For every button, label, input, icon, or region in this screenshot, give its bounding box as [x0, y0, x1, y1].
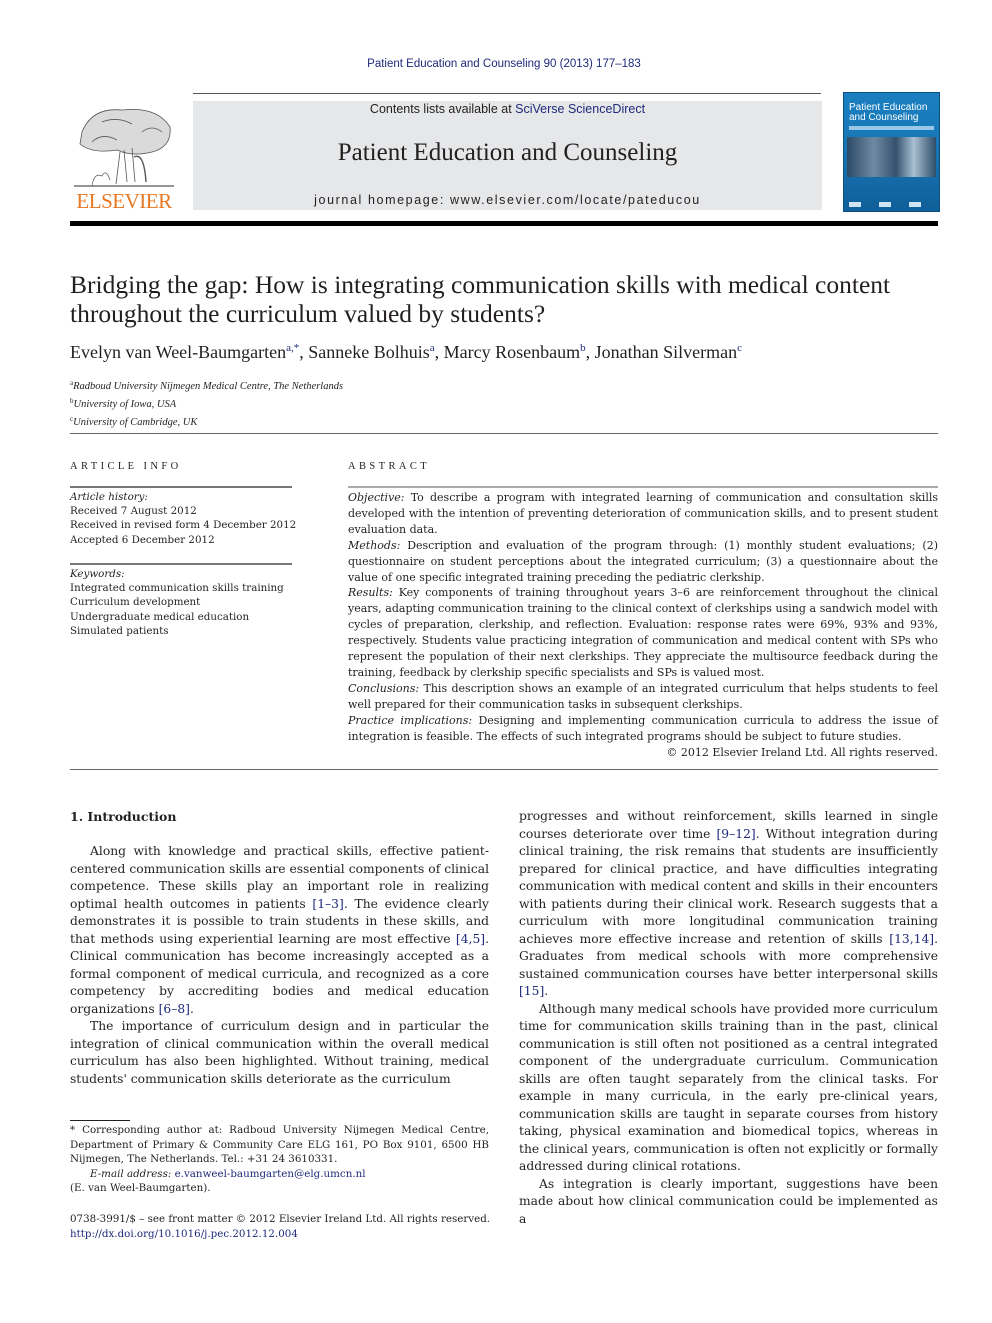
keywords: Keywords: Integrated communication skill…: [70, 567, 284, 638]
article-history: Article history: Received 7 August 2012 …: [70, 490, 296, 547]
abstract-section-label: Practice implications:: [348, 713, 473, 727]
affiliations: aRadboud University Nijmegen Medical Cen…: [70, 376, 343, 430]
body-text: The importance of curriculum design and …: [70, 1019, 489, 1086]
abstract-section-label: Results:: [348, 586, 393, 600]
body-paragraph: Along with knowledge and practical skill…: [70, 843, 489, 1018]
body-text: . Without integration during clinical tr…: [519, 826, 938, 946]
header-thick-rule: [70, 221, 938, 226]
elsevier-tree-icon: [74, 108, 174, 187]
article-info-rule: [70, 563, 292, 565]
abstract-section-label: Methods:: [348, 538, 401, 552]
keyword: Curriculum development: [70, 596, 201, 609]
body-paragraph: The importance of curriculum design and …: [70, 1018, 489, 1088]
body-text: .: [189, 1001, 194, 1016]
body-text: .: [544, 984, 549, 998]
corresponding-author-footnote: * Corresponding author at: Radboud Unive…: [70, 1123, 489, 1196]
citation-link[interactable]: [1–3]: [312, 897, 343, 911]
footnote-rule: [70, 1120, 130, 1121]
abstract-practice-implications: Practice implications: Designing and imp…: [348, 713, 938, 745]
header-top-rule: [193, 93, 821, 94]
author-affil-link[interactable]: a,*: [286, 342, 299, 354]
author-affil-link[interactable]: b: [580, 342, 586, 354]
author-name: Evelyn van Weel-Baumgarten: [70, 342, 287, 362]
journal-cover-image: Patient Education and Counseling: [843, 92, 940, 212]
journal-homepage[interactable]: journal homepage: www.elsevier.com/locat…: [193, 193, 822, 207]
abstract-section-text: Key components of training throughout ye…: [348, 586, 938, 679]
abstract-body: Objective: To describe a program with in…: [348, 490, 938, 760]
journal-citation[interactable]: Patient Education and Counseling 90 (201…: [0, 58, 992, 70]
author-name: Jonathan Silverman: [594, 342, 738, 362]
citation-link[interactable]: [15]: [519, 984, 544, 998]
email-label: E-mail address:: [90, 1167, 172, 1180]
body-text: As integration is clearly important, sug…: [519, 1176, 938, 1226]
author-affil-link[interactable]: c: [737, 342, 742, 354]
affiliation-text: Radboud University Nijmegen Medical Cent…: [73, 381, 344, 392]
keyword: Undergraduate medical education: [70, 610, 250, 623]
body-column-left: Along with knowledge and practical skill…: [70, 843, 489, 1088]
abstract-bottom-rule: [70, 769, 938, 770]
cover-title: Patient Education and Counseling: [849, 103, 927, 123]
body-text: Although many medical schools have provi…: [519, 1001, 938, 1174]
cover-photo: [847, 137, 936, 177]
journal-title: Patient Education and Counseling: [337, 139, 678, 166]
article-info-heading: ARTICLE INFO: [70, 461, 182, 472]
article-info-rule: [70, 486, 292, 488]
keywords-label: Keywords:: [70, 568, 125, 580]
citation-link[interactable]: [13,14]: [889, 932, 934, 946]
abstract-heading: ABSTRACT: [348, 461, 431, 472]
citation-link[interactable]: [4,5]: [456, 932, 485, 946]
abstract-section-text: This description shows an example of an …: [348, 681, 938, 711]
abstract-section-label: Objective:: [348, 491, 405, 504]
cover-subtitle-band: [849, 126, 934, 130]
cover-title-line2: and Counseling: [849, 112, 919, 123]
body-paragraph: Although many medical schools have provi…: [519, 1001, 938, 1176]
abstract-rule: [348, 486, 938, 488]
abstract-conclusions: Conclusions: This description shows an e…: [348, 681, 938, 713]
affiliation-text: University of Iowa, USA: [73, 399, 177, 410]
affiliation: aRadboud University Nijmegen Medical Cen…: [70, 376, 343, 394]
body-paragraph: progresses and without reinforcement, sk…: [519, 808, 938, 1001]
introduction-heading: 1. Introduction: [70, 809, 177, 824]
abstract-copyright: © 2012 Elsevier Ireland Ltd. All rights …: [666, 745, 938, 759]
issn-block: 0738-3991/$ – see front matter © 2012 El…: [70, 1212, 510, 1241]
abstract-section-text: Description and evaluation of the progra…: [348, 538, 938, 584]
keyword: Simulated patients: [70, 624, 169, 637]
journal-banner: Contents lists available at SciVerse Sci…: [193, 101, 822, 210]
author-name: Sanneke Bolhuis: [308, 342, 430, 362]
affiliation: cUniversity of Cambridge, UK: [70, 412, 343, 430]
author-list: Evelyn van Weel-Baumgartena,*, Sanneke B…: [70, 342, 743, 362]
article-title: Bridging the gap: How is integrating com…: [70, 270, 891, 328]
article-history-label: Article history:: [70, 491, 148, 503]
body-paragraph: As integration is clearly important, sug…: [519, 1176, 938, 1229]
history-item: Received in revised form 4 December 2012: [70, 519, 297, 532]
cover-footer-logos: [849, 202, 934, 207]
citation-link[interactable]: [6–8]: [159, 1002, 190, 1016]
corresponding-author-text: * Corresponding author at: Radboud Unive…: [70, 1124, 489, 1165]
section-divider: [70, 433, 938, 434]
issn-line: 0738-3991/$ – see front matter © 2012 El…: [70, 1213, 491, 1225]
abstract-objective: Objective: To describe a program with in…: [348, 490, 938, 538]
keyword: Integrated communication skills training: [70, 582, 284, 595]
email-link[interactable]: e.vanweel-baumgarten@elg.umcn.nl: [175, 1168, 366, 1180]
citation-link[interactable]: [9–12]: [717, 827, 756, 841]
abstract-section-label: Conclusions:: [348, 681, 420, 695]
abstract-section-text: To describe a program with integrated le…: [348, 491, 938, 536]
email-owner: (E. van Weel-Baumgarten).: [70, 1182, 211, 1194]
email-line: E-mail address: e.vanweel-baumgarten@elg…: [70, 1167, 489, 1182]
abstract-results: Results: Key components of training thro…: [348, 585, 938, 680]
affiliation: bUniversity of Iowa, USA: [70, 394, 343, 412]
affiliation-text: University of Cambridge, UK: [73, 417, 198, 428]
contents-prefix: Contents lists available at: [369, 102, 516, 116]
history-item: Accepted 6 December 2012: [70, 533, 215, 546]
body-column-right: progresses and without reinforcement, sk…: [519, 808, 938, 1228]
abstract-methods: Methods: Description and evaluation of t…: [348, 538, 938, 586]
history-item: Received 7 August 2012: [70, 505, 197, 518]
sciencedirect-link[interactable]: SciVerse ScienceDirect: [515, 102, 645, 116]
elsevier-wordmark: ELSEVIER: [76, 189, 172, 213]
contents-line: Contents lists available at SciVerse Sci…: [193, 102, 822, 116]
doi-link[interactable]: http://dx.doi.org/10.1016/j.pec.2012.12.…: [70, 1228, 298, 1240]
author-affil-link[interactable]: a: [430, 342, 435, 354]
author-name: Marcy Rosenbaum: [443, 342, 581, 362]
elsevier-logo: ELSEVIER: [70, 100, 178, 213]
